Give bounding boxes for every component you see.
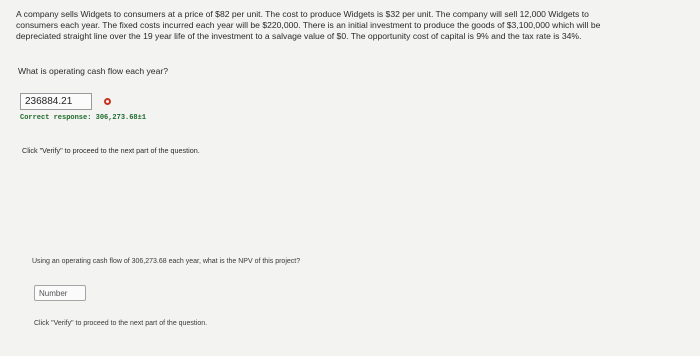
problem-line-3: depreciated straight line over the 19 ye… — [16, 31, 582, 41]
incorrect-circle-icon — [104, 98, 111, 105]
verify-instruction-2: Click "Verify" to proceed to the next pa… — [34, 320, 208, 327]
question-1-text: What is operating cash flow each year? — [18, 66, 168, 76]
correct-response-text: Correct response: 306,273.68±1 — [20, 114, 147, 122]
problem-statement: A company sells Widgets to consumers at … — [16, 9, 656, 42]
question-2-text: Using an operating cash flow of 306,273.… — [32, 258, 301, 265]
problem-line-2: consumers each year. The fixed costs inc… — [16, 20, 601, 30]
problem-line-1: A company sells Widgets to consumers at … — [16, 9, 589, 19]
verify-instruction-1: Click "Verify" to proceed to the next pa… — [22, 146, 200, 155]
operating-cash-flow-answer-input[interactable] — [20, 93, 92, 110]
homework-page: A company sells Widgets to consumers at … — [0, 0, 700, 356]
npv-answer-input[interactable] — [34, 285, 86, 301]
